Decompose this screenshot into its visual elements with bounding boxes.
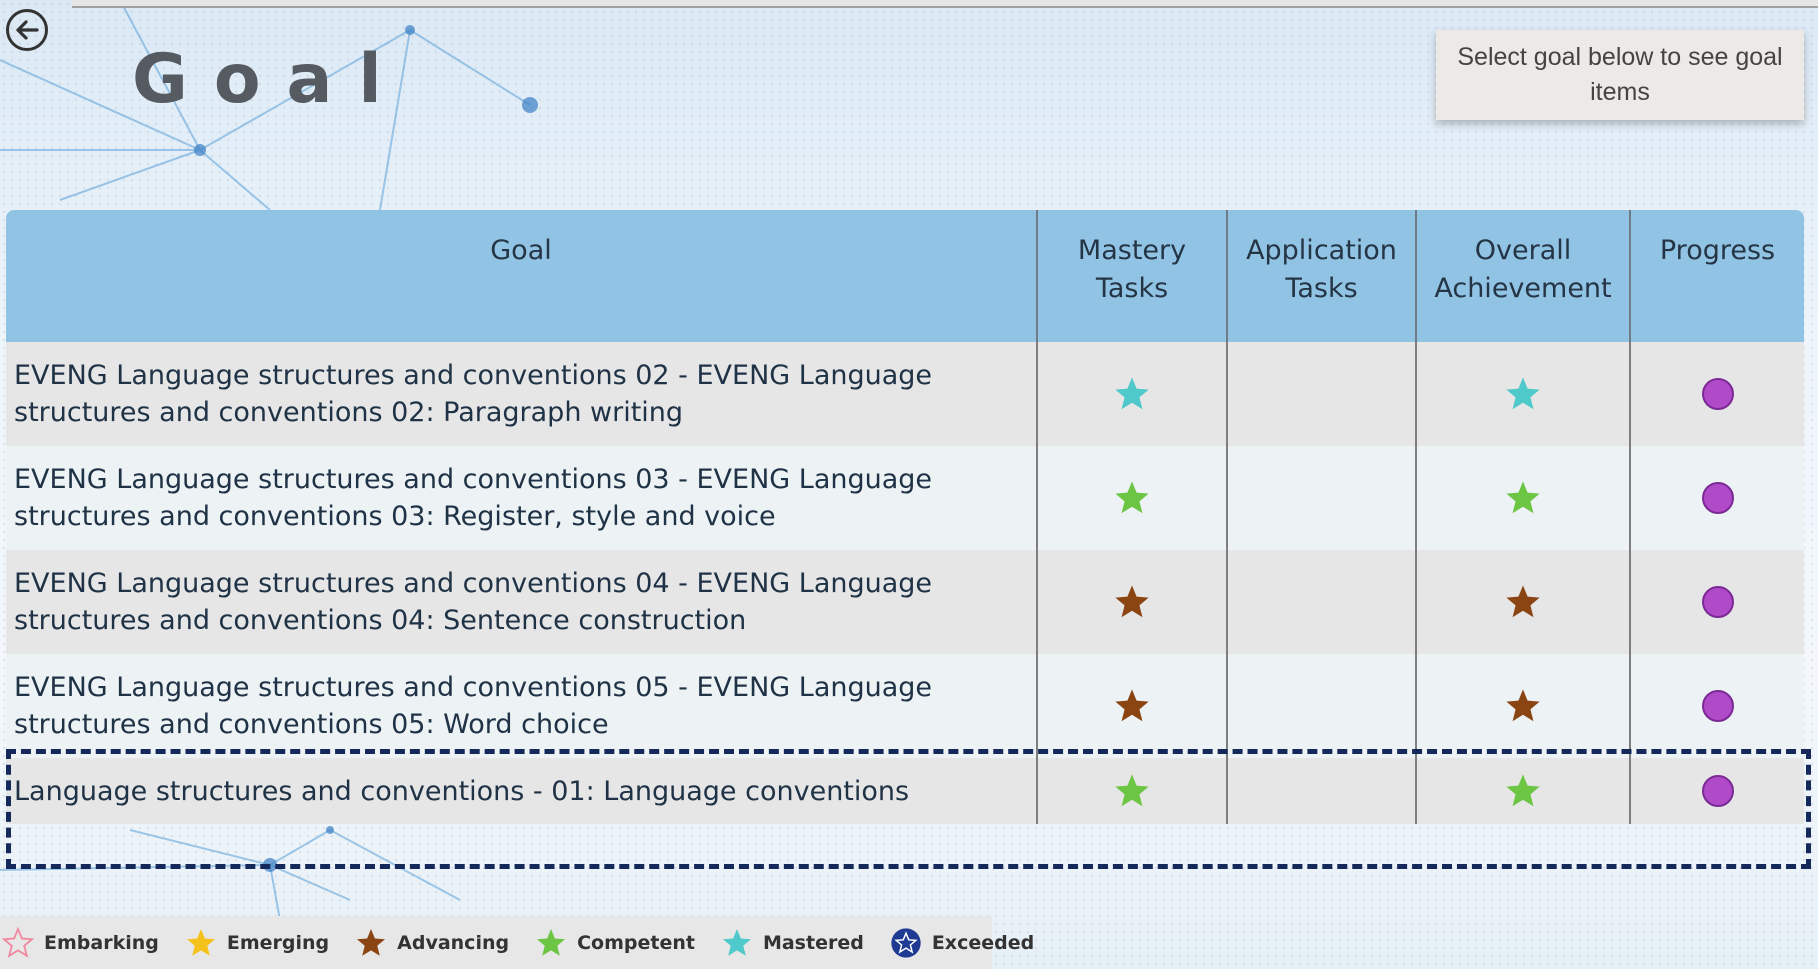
mastery-tasks-cell <box>1038 654 1228 758</box>
application-tasks-cell <box>1228 342 1417 446</box>
page-title: Goal <box>132 40 408 119</box>
legend-label: Mastered <box>762 931 864 954</box>
star-icon <box>537 928 566 956</box>
star-icon <box>1115 689 1149 722</box>
top-bar <box>72 0 1818 8</box>
legend-label: Embarking <box>44 931 159 954</box>
table-row[interactable]: EVENG Language structures and convention… <box>6 342 1804 446</box>
mastery-tasks-cell <box>1038 550 1228 654</box>
arrow-left-icon <box>16 20 39 40</box>
goal-cell[interactable]: Language structures and conventions - 01… <box>6 758 1038 824</box>
back-button[interactable] <box>6 9 48 51</box>
legend-label: Exceeded <box>931 931 1035 954</box>
table-header: Goal Mastery Tasks Application Tasks Ove… <box>6 210 1804 342</box>
goal-cell[interactable]: EVENG Language structures and convention… <box>6 446 1038 550</box>
star-icon <box>186 928 215 956</box>
overall-achievement-cell <box>1417 342 1631 446</box>
column-header-goal[interactable]: Goal <box>6 210 1038 342</box>
table-row[interactable]: Language structures and conventions - 01… <box>6 758 1804 824</box>
star-icon <box>2 926 34 958</box>
legend-label: Emerging <box>226 931 330 954</box>
legend-item: Exceeded <box>890 927 1034 959</box>
star-icon <box>1506 774 1540 807</box>
star-icon <box>1115 774 1149 807</box>
goal-table: Goal Mastery Tasks Application Tasks Ove… <box>6 210 1811 869</box>
progress-cell <box>1631 446 1804 550</box>
overall-achievement-cell <box>1417 654 1631 758</box>
star-icon <box>1506 377 1540 410</box>
legend-item: Advancing <box>355 927 509 959</box>
overall-achievement-cell <box>1417 550 1631 654</box>
legend-item: Emerging <box>185 927 329 959</box>
table-row[interactable]: EVENG Language structures and convention… <box>6 446 1804 550</box>
legend-item: Competent <box>535 927 695 959</box>
goal-cell[interactable]: EVENG Language structures and convention… <box>6 342 1038 446</box>
mastery-tasks-cell <box>1038 758 1228 824</box>
progress-dot-icon <box>1701 775 1734 807</box>
star-icon <box>722 928 751 956</box>
progress-cell <box>1631 758 1804 824</box>
star-icon <box>1115 377 1149 410</box>
star-icon <box>1506 481 1540 514</box>
overall-achievement-cell <box>1417 446 1631 550</box>
legend-item: Mastered <box>721 927 864 959</box>
column-header-application-tasks[interactable]: Application Tasks <box>1228 210 1417 342</box>
overall-achievement-cell <box>1417 758 1631 824</box>
table-body: EVENG Language structures and convention… <box>6 342 1804 824</box>
application-tasks-cell <box>1228 758 1417 824</box>
star-icon <box>1506 689 1540 722</box>
progress-dot-icon <box>1701 482 1734 514</box>
progress-dot-icon <box>1701 378 1734 410</box>
column-header-progress[interactable]: Progress <box>1631 210 1804 342</box>
progress-cell <box>1631 654 1804 758</box>
progress-cell <box>1631 342 1804 446</box>
mastery-tasks-cell <box>1038 446 1228 550</box>
application-tasks-cell <box>1228 550 1417 654</box>
legend-label: Advancing <box>397 931 510 954</box>
column-header-mastery-tasks[interactable]: Mastery Tasks <box>1038 210 1228 342</box>
application-tasks-cell <box>1228 654 1417 758</box>
goal-cell[interactable]: EVENG Language structures and convention… <box>6 550 1038 654</box>
mastery-tasks-cell <box>1038 342 1228 446</box>
legend-label: Competent <box>577 931 695 954</box>
table-row[interactable]: EVENG Language structures and convention… <box>6 550 1804 654</box>
achievement-legend: Embarking Emerging Advancing Competent Maste… <box>0 916 1034 969</box>
progress-cell <box>1631 550 1804 654</box>
star-icon <box>891 927 921 958</box>
goal-cell[interactable]: EVENG Language structures and convention… <box>6 654 1038 758</box>
star-icon <box>1115 481 1149 514</box>
table-row[interactable]: EVENG Language structures and convention… <box>6 654 1804 758</box>
application-tasks-cell <box>1228 446 1417 550</box>
progress-dot-icon <box>1701 690 1734 722</box>
legend-item: Embarking <box>2 926 159 959</box>
star-icon <box>1506 585 1540 618</box>
star-icon <box>357 928 386 956</box>
star-icon <box>1115 585 1149 618</box>
hint-box: Select goal below to see goal items <box>1436 30 1804 120</box>
column-header-overall-achievement[interactable]: Overall Achievement <box>1417 210 1631 342</box>
progress-dot-icon <box>1701 586 1734 618</box>
